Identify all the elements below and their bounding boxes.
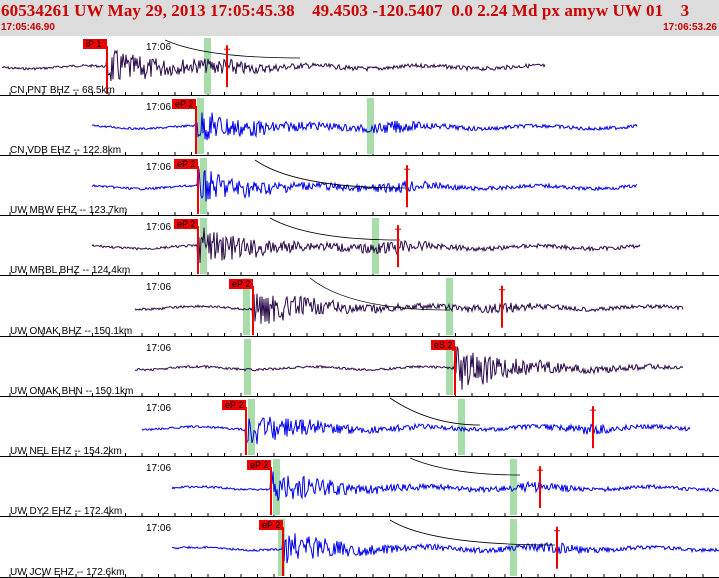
station-label: UW NEL EHZ -- 154.2km	[10, 446, 122, 457]
start-time: 17:05:46.90	[1, 22, 55, 33]
amplitude-curve	[309, 277, 451, 311]
seismogram-panel[interactable]: iP 1 17:06 CN PNT BHZ -- 68.5km eP 2 17:06 CN…	[0, 36, 719, 578]
amplitude-curve	[389, 519, 556, 546]
coda-window	[244, 339, 251, 395]
time-label: 17:06	[146, 403, 171, 414]
end-time: 17:06:53.26	[663, 22, 717, 33]
time-label: 17:06	[146, 42, 171, 53]
time-label: 17:06	[146, 343, 171, 354]
pick-label: eP 2	[250, 460, 268, 470]
event-title: 60534261 UW May 29, 2013 17:05:45.38 49.…	[1, 1, 690, 20]
amplitude-curve	[409, 457, 521, 476]
pick-label: eP 2	[232, 279, 250, 289]
pick-label: eP 2	[175, 99, 193, 109]
time-label: 17:06	[146, 463, 171, 474]
station-label: UW JCW EHZ -- 172.6km	[10, 567, 124, 578]
time-label: 17:06	[146, 222, 171, 233]
amplitude-curve	[389, 397, 481, 426]
waveform-trace[interactable]	[1, 49, 546, 82]
waveform-trace[interactable]	[91, 227, 641, 266]
station-label: UW DY2 EHZ -- 172.4km	[10, 506, 122, 517]
waveform-trace[interactable]	[171, 471, 719, 501]
time-label: 17:06	[146, 102, 171, 113]
station-label: UW OMAK BHZ -- 150.1km	[10, 326, 132, 337]
waveform-trace[interactable]	[91, 167, 638, 202]
waveform-trace[interactable]	[134, 346, 684, 390]
waveform-trace[interactable]	[134, 293, 684, 325]
amplitude-curve	[164, 39, 301, 59]
event-header: 60534261 UW May 29, 2013 17:05:45.38 49.…	[0, 0, 719, 36]
coda-window	[367, 98, 374, 154]
station-label: CN VDB EHZ -- 122.8km	[10, 145, 121, 156]
coda-window	[510, 459, 517, 515]
pick-label: eP 2	[177, 159, 195, 169]
station-label: UW OMAK BHN -- 150.1km	[10, 386, 133, 397]
pick-label: eP 2	[262, 520, 280, 530]
pick-label: eP 2	[225, 400, 243, 410]
amplitude-curve	[254, 159, 406, 189]
time-label: 17:06	[146, 162, 171, 173]
time-label: 17:06	[146, 282, 171, 293]
station-label: CN PNT BHZ -- 68.5km	[10, 85, 115, 96]
amplitude-curve	[269, 217, 401, 241]
waveform-trace[interactable]	[141, 416, 691, 447]
waveform-trace[interactable]	[91, 112, 638, 141]
pick-label: eP 2	[177, 219, 195, 229]
pick-label: iP 1	[86, 39, 101, 49]
station-label: UW MRBL BHZ -- 124.4km	[10, 265, 130, 276]
pick-label: eS 2	[434, 340, 453, 350]
time-label: 17:06	[146, 523, 171, 534]
station-label: UW MBW EHZ -- 123.7km	[10, 205, 127, 216]
